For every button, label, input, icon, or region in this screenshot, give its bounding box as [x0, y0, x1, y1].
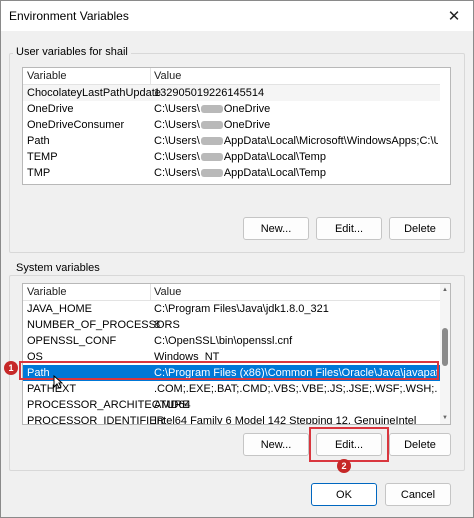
- variable-value: .COM;.EXE;.BAT;.CMD;.VBS;.VBE;.JS;.JSE;.…: [154, 383, 438, 395]
- redacted-username: [200, 169, 223, 178]
- value-column-header[interactable]: Value: [154, 286, 181, 298]
- list-item[interactable]: NUMBER_OF_PROCESSORS 8: [23, 317, 440, 333]
- mouse-pointer-icon: [53, 375, 63, 389]
- list-item[interactable]: Path C:\Users\ AppData\Local\Microsoft\Wi…: [23, 133, 440, 149]
- variable-value: C:\Program Files (x86)\Common Files\Orac…: [154, 367, 438, 379]
- user-new-button[interactable]: New...: [243, 217, 309, 240]
- scroll-up-icon[interactable]: ▲: [441, 286, 449, 294]
- user-variables-list[interactable]: Variable Value ChocolateyLastPathUpdate …: [22, 67, 451, 185]
- close-icon[interactable]: ✕: [445, 7, 463, 25]
- system-variables-label: System variables: [13, 262, 103, 274]
- user-variables-label: User variables for shail: [13, 46, 131, 58]
- system-variables-list[interactable]: Variable Value JAVA_HOME C:\Program File…: [22, 283, 451, 425]
- list-item[interactable]: PATHEXT .COM;.EXE;.BAT;.CMD;.VBS;.VBE;.J…: [23, 381, 440, 397]
- scroll-down-icon[interactable]: ▼: [441, 414, 449, 422]
- variable-value: C:\Users\ OneDrive: [154, 103, 271, 115]
- system-list-scrollbar[interactable]: ▲ ▼: [440, 284, 450, 424]
- variable-value: C:\Users\ AppData\Local\Temp: [154, 151, 326, 163]
- list-item[interactable]: OneDriveConsumer C:\Users\ OneDrive: [23, 117, 440, 133]
- user-variables-header: Variable Value: [23, 68, 440, 85]
- environment-variables-dialog: Environment Variables ✕ User variables f…: [0, 0, 474, 518]
- variable-value: C:\Users\ AppData\Local\Microsoft\Windows…: [154, 135, 438, 147]
- variable-name: OS: [27, 351, 43, 363]
- variable-value: C:\Users\ AppData\Local\Temp: [154, 167, 326, 179]
- step-1-badge: 1: [4, 361, 18, 375]
- value-column-header[interactable]: Value: [154, 70, 181, 82]
- window-title: Environment Variables: [9, 9, 129, 23]
- variable-name: OneDriveConsumer: [27, 119, 125, 131]
- redacted-username: [200, 105, 223, 114]
- variable-value: 8: [154, 319, 161, 331]
- variable-value: C:\Users\ OneDrive: [154, 119, 271, 131]
- list-item[interactable]: OneDrive C:\Users\ OneDrive: [23, 101, 440, 117]
- redacted-username: [200, 121, 223, 130]
- variable-column-header[interactable]: Variable: [27, 70, 67, 82]
- cancel-button[interactable]: Cancel: [385, 483, 451, 506]
- list-item[interactable]: OPENSSL_CONF C:\OpenSSL\bin\openssl.cnf: [23, 333, 440, 349]
- variable-name: PROCESSOR_IDENTIFIER: [27, 415, 165, 425]
- variable-name: Path: [27, 135, 50, 147]
- list-item[interactable]: PROCESSOR_IDENTIFIER Intel64 Family 6 Mo…: [23, 413, 440, 425]
- variable-value: C:\OpenSSL\bin\openssl.cnf: [154, 335, 293, 347]
- variable-value: Intel64 Family 6 Model 142 Stepping 12, …: [154, 415, 417, 425]
- system-delete-button[interactable]: Delete: [389, 433, 451, 456]
- list-item[interactable]: TMP C:\Users\ AppData\Local\Temp: [23, 165, 440, 181]
- list-item-selected[interactable]: Path C:\Program Files (x86)\Common Files…: [23, 365, 440, 381]
- variable-name: OneDrive: [27, 103, 74, 115]
- variable-name: PATHEXT: [27, 383, 77, 395]
- list-item[interactable]: ChocolateyLastPathUpdate 132905019226145…: [23, 85, 440, 101]
- variable-name: JAVA_HOME: [27, 303, 92, 315]
- title-bar: Environment Variables ✕: [1, 1, 473, 31]
- variable-value: AMD64: [154, 399, 191, 411]
- variable-name: OPENSSL_CONF: [27, 335, 117, 347]
- system-variables-header: Variable Value: [23, 284, 440, 301]
- list-item[interactable]: TEMP C:\Users\ AppData\Local\Temp: [23, 149, 440, 165]
- variable-name: Path: [27, 367, 50, 379]
- system-edit-button[interactable]: Edit...: [316, 433, 382, 456]
- variable-name: ChocolateyLastPathUpdate: [27, 87, 161, 99]
- redacted-username: [200, 153, 223, 162]
- list-item[interactable]: PROCESSOR_ARCHITECTURE AMD64: [23, 397, 440, 413]
- column-separator[interactable]: [150, 68, 151, 84]
- variable-column-header[interactable]: Variable: [27, 286, 67, 298]
- list-item[interactable]: JAVA_HOME C:\Program Files\Java\jdk1.8.0…: [23, 301, 440, 317]
- variable-value: Windows_NT: [154, 351, 220, 363]
- ok-button[interactable]: OK: [311, 483, 377, 506]
- redacted-username: [200, 137, 223, 146]
- user-delete-button[interactable]: Delete: [389, 217, 451, 240]
- variable-name: TMP: [27, 167, 51, 179]
- variable-name: TEMP: [27, 151, 58, 163]
- variable-value: C:\Program Files\Java\jdk1.8.0_321: [154, 303, 329, 315]
- column-separator[interactable]: [150, 284, 151, 300]
- system-new-button[interactable]: New...: [243, 433, 309, 456]
- scroll-thumb[interactable]: [442, 328, 448, 366]
- step-2-badge: 2: [337, 459, 351, 473]
- variable-value: 132905019226145514: [154, 87, 265, 99]
- user-edit-button[interactable]: Edit...: [316, 217, 382, 240]
- list-item[interactable]: OS Windows_NT: [23, 349, 440, 365]
